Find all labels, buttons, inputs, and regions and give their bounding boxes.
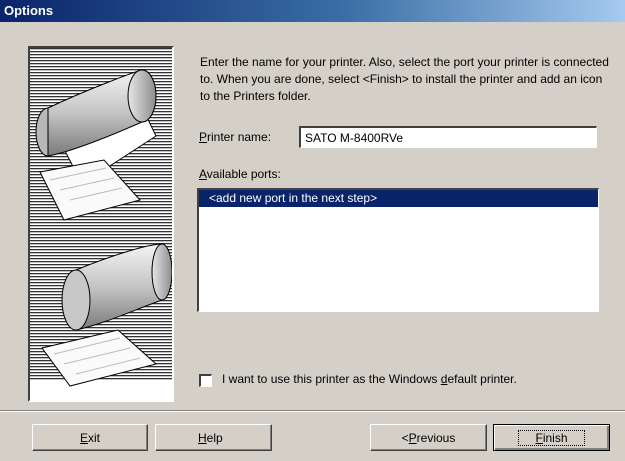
port-list-item-selected[interactable]: <add new port in the next step> [199, 190, 598, 207]
printer-name-input[interactable] [299, 126, 597, 148]
dialog-title: Options [4, 3, 54, 18]
printer-illustration [28, 46, 174, 402]
label-printer-image [30, 48, 172, 400]
button-separator [0, 410, 625, 412]
finish-button[interactable]: Finish [493, 424, 610, 451]
available-ports-label: Available ports: [199, 167, 281, 181]
previous-button[interactable]: < Previous [370, 424, 487, 451]
default-printer-checkbox[interactable] [199, 374, 212, 387]
exit-button[interactable]: Exit [32, 424, 148, 451]
options-dialog: Options Enter the name for your printer.… [0, 0, 625, 461]
help-button[interactable]: Help [155, 424, 272, 451]
default-printer-label[interactable]: I want to use this printer as the Window… [222, 372, 517, 386]
printer-name-label: Printer name: [199, 130, 272, 144]
title-bar: Options [0, 0, 625, 22]
finish-focus-rect: Finish [518, 429, 585, 446]
available-ports-list[interactable]: <add new port in the next step> [197, 188, 599, 312]
instructions-text: Enter the name for your printer. Also, s… [200, 55, 609, 103]
